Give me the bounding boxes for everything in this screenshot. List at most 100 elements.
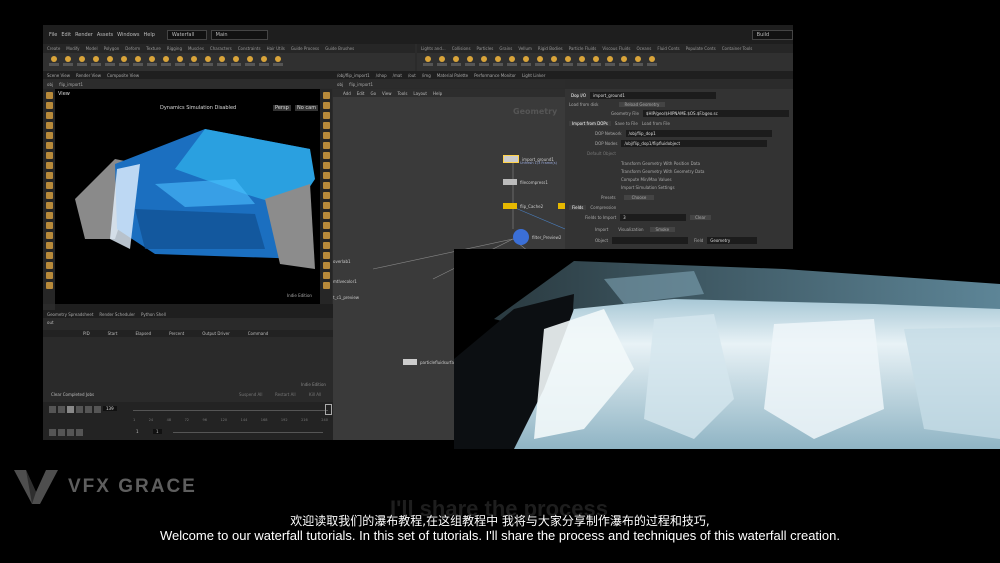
path-flip-import[interactable]: flip_import1 <box>349 82 373 87</box>
node-import-ground[interactable]: import_ground1 Unfresh 1/3 Frame(s) <box>503 155 557 165</box>
suspend-all-button[interactable]: Suspend All <box>239 392 262 397</box>
toolbar-tool-icon[interactable] <box>322 172 330 179</box>
shelf-tool-volume-light[interactable] <box>493 56 503 68</box>
toolbar-tool-icon[interactable] <box>322 232 330 239</box>
shelf-tab[interactable]: Collisions <box>452 46 471 51</box>
realtime-icon[interactable] <box>67 429 74 436</box>
tab-render-view[interactable]: Render View <box>76 73 101 78</box>
shelf-tool-gamepad-camera[interactable] <box>647 56 657 68</box>
tab-import-from-dops[interactable]: Import from DOPs <box>569 120 611 126</box>
shelf-tab[interactable]: Guide Brushes <box>325 46 354 51</box>
shelf-tab[interactable]: Characters <box>210 46 232 51</box>
tab-network-flip-import[interactable]: /obj/flip_import1 <box>337 73 370 78</box>
path-flip-import[interactable]: flip_import1 <box>59 82 83 87</box>
toolbar-tool-icon[interactable] <box>322 92 330 99</box>
toolbar-tool-icon[interactable] <box>45 242 53 249</box>
toolbar-tool-icon[interactable] <box>322 142 330 149</box>
step-back-icon[interactable] <box>58 406 65 413</box>
shelf-tab[interactable]: Polygon <box>104 46 120 51</box>
shelf-tool-ambient-light[interactable] <box>591 56 601 68</box>
timeline-track[interactable] <box>133 410 328 411</box>
toolbar-tool-icon[interactable] <box>45 252 53 259</box>
shelf-tab[interactable]: Create <box>47 46 60 51</box>
shelf-tool-draw-curve[interactable] <box>175 56 185 68</box>
toolbar-tool-icon[interactable] <box>322 152 330 159</box>
shelf-tab[interactable]: Grains <box>499 46 512 51</box>
shelf-tool-vr-camera[interactable] <box>619 56 629 68</box>
shelf-tool-metaball[interactable] <box>259 56 269 68</box>
tab-fields[interactable]: Fields <box>569 204 587 210</box>
shelf-tool-distant-light[interactable] <box>507 56 517 68</box>
toolbar-tool-icon[interactable] <box>322 112 330 119</box>
tab-load-from-file[interactable]: Load from File <box>642 121 670 126</box>
restart-all-button[interactable]: Restart All <box>275 392 296 397</box>
toolbar-tool-icon[interactable] <box>322 192 330 199</box>
shelf-tab[interactable]: Hair Utils <box>267 46 285 51</box>
shelf-tab[interactable]: Vellum <box>518 46 532 51</box>
shelf-tool-line[interactable] <box>133 56 143 68</box>
shelf-tab[interactable]: Constraints <box>238 46 261 51</box>
toolbar-tool-icon[interactable] <box>45 262 53 269</box>
toolbar-tool-icon[interactable] <box>45 182 53 189</box>
shelf-tool-camera[interactable] <box>423 56 433 68</box>
shelf-tool-grid[interactable] <box>105 56 115 68</box>
tab-img[interactable]: /img <box>422 73 431 78</box>
shelf-tab[interactable]: Lights and... <box>421 46 446 51</box>
path-obj[interactable]: obj <box>337 82 343 87</box>
tab-render-scheduler[interactable]: Render Scheduler <box>99 312 135 317</box>
stop-icon[interactable] <box>67 406 74 413</box>
shelf-tool-stereo-camera[interactable] <box>605 56 615 68</box>
toolbar-tool-icon[interactable] <box>45 152 53 159</box>
shelf-tool-geometry-light[interactable] <box>479 56 489 68</box>
shelf-tool-path[interactable] <box>189 56 199 68</box>
field-value[interactable]: Geometry <box>707 236 758 244</box>
check-compute-minmax[interactable]: Compute Min/Max Values <box>621 177 672 182</box>
toolbar-tool-icon[interactable] <box>45 102 53 109</box>
toolbar-tool-icon[interactable] <box>322 212 330 219</box>
toolbar-tool-icon[interactable] <box>45 92 53 99</box>
shelf-tool-area-light[interactable] <box>465 56 475 68</box>
toolbar-tool-icon[interactable] <box>322 272 330 279</box>
toolbar-tool-icon[interactable] <box>45 202 53 209</box>
shelf-tab[interactable]: Modify <box>66 46 79 51</box>
menu-file[interactable]: File <box>49 32 57 38</box>
shelf-tool-portal-light[interactable] <box>577 56 587 68</box>
node-flip-cache[interactable]: flip_Cache2 <box>503 203 543 209</box>
tab-compression[interactable]: Compression <box>590 205 616 210</box>
jump-end-icon[interactable] <box>94 406 101 413</box>
presets-dropdown[interactable]: Choose <box>623 194 655 200</box>
tab-mat[interactable]: /mat <box>393 73 402 78</box>
menu-render[interactable]: Render <box>75 32 93 38</box>
shelf-tab[interactable]: Rigging <box>167 46 182 51</box>
shelf-tab[interactable]: Fluid Conts <box>657 46 679 51</box>
scheduler-filter[interactable]: out <box>47 320 54 325</box>
toolbar-tool-icon[interactable] <box>322 202 330 209</box>
keys-icon[interactable] <box>49 429 56 436</box>
toolbar-tool-icon[interactable] <box>322 132 330 139</box>
toolbar-tool-icon[interactable] <box>45 122 53 129</box>
tab-save-to-file[interactable]: Save to File <box>615 121 638 126</box>
toolbar-tool-icon[interactable] <box>322 182 330 189</box>
toolbar-tool-icon[interactable] <box>45 112 53 119</box>
scene-dropdown[interactable]: Main <box>210 29 268 40</box>
tab-composite-view[interactable]: Composite View <box>107 73 139 78</box>
tab-out[interactable]: /out <box>408 73 416 78</box>
clear-fields-button[interactable]: Clear <box>690 214 711 220</box>
shelf-tool-file[interactable] <box>273 56 283 68</box>
reload-geometry-button[interactable]: Reload Geometry <box>618 101 666 107</box>
dop-network-field[interactable]: /obj/flip_dop1 <box>625 129 772 137</box>
toolbar-tool-icon[interactable] <box>45 272 53 279</box>
tab-python-shell[interactable]: Python Shell <box>141 312 166 317</box>
jump-start-icon[interactable] <box>49 406 56 413</box>
toolbar-tool-icon[interactable] <box>45 282 53 289</box>
toolbar-tool-icon[interactable] <box>45 162 53 169</box>
shelf-tool-sky-light[interactable] <box>535 56 545 68</box>
shelf-tool-switcher[interactable] <box>633 56 643 68</box>
path-obj[interactable]: obj <box>47 82 53 87</box>
range-start-field[interactable]: 1 <box>136 429 139 434</box>
audio-icon[interactable] <box>58 429 65 436</box>
menu-help[interactable]: Help <box>143 32 154 38</box>
toolbar-tool-icon[interactable] <box>322 282 330 289</box>
check-transform-position[interactable]: Transform Geometry With Position Data <box>621 161 700 166</box>
play-icon[interactable] <box>76 406 83 413</box>
